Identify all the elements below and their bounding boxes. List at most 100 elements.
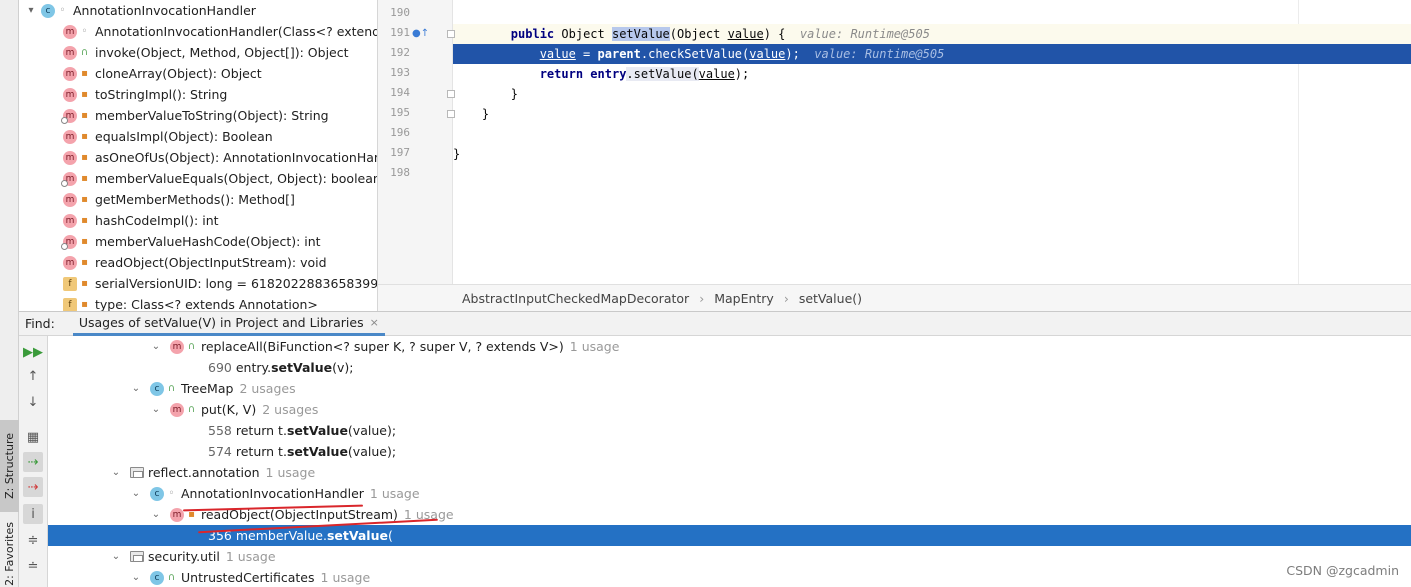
assign-target: value <box>539 47 576 61</box>
result-tree-node[interactable]: ⌄ m ∩ replaceAll(BiFunction<? super K, ? su… <box>48 336 1411 357</box>
method-icon: m <box>63 87 77 102</box>
usage-line-row[interactable]: 574 return t. setValue (value); <box>48 441 1411 462</box>
fold-marker-icon[interactable] <box>447 90 455 98</box>
structure-item-label: serialVersionUID: long = 618202288365839… <box>95 276 378 291</box>
result-tree-node[interactable]: ⌄ m ∩ put(K, V) 2 usages <box>48 399 1411 420</box>
breadcrumb-item-inner-class[interactable]: MapEntry <box>714 291 774 306</box>
field-icon: f <box>63 297 77 311</box>
chevron-down-icon[interactable]: ⌄ <box>110 551 122 562</box>
structure-item[interactable]: m ▪ equalsImpl(Object): Boolean <box>63 126 377 147</box>
line-number: 195 <box>390 106 410 119</box>
chevron-down-icon[interactable]: ⌄ <box>150 509 162 520</box>
chevron-down-icon[interactable]: ⌄ <box>130 488 142 499</box>
result-node-label: security.util <box>148 549 220 564</box>
chevron-down-icon[interactable]: ⌄ <box>110 467 122 478</box>
structure-item[interactable]: f ▪ type: Class<? extends Annotation> <box>63 294 377 311</box>
method-call: .checkSetValue( <box>640 47 750 61</box>
debug-value-hint: value: Runtime@505 <box>814 47 945 61</box>
usage-line-number: 558 <box>208 423 232 438</box>
structure-item[interactable]: m ▪ getMemberMethods(): Method[] <box>63 189 377 210</box>
code-line-194[interactable]: } <box>453 84 1411 104</box>
chevron-down-icon[interactable]: ▾ <box>25 5 37 16</box>
private-access-icon: ▪ <box>81 257 88 268</box>
group-icon[interactable]: ▦ <box>23 427 43 447</box>
result-node-label: AnnotationInvocationHandler <box>181 486 364 501</box>
find-results-tree[interactable]: ⌄ m ∩ replaceAll(BiFunction<? super K, ? su… <box>48 336 1411 587</box>
result-tree-node[interactable]: ⌄ security.util 1 usage <box>48 546 1411 567</box>
fold-marker-icon[interactable] <box>447 110 455 118</box>
expand-icon[interactable]: ≑ <box>23 530 43 550</box>
result-node-label: replaceAll(BiFunction<? super K, ? super… <box>201 339 564 354</box>
keyword-public: public <box>510 27 555 41</box>
breadcrumb-item-method[interactable]: setValue() <box>799 291 862 306</box>
structure-item[interactable]: m ◦ AnnotationInvocationHandler(Class<? ex… <box>63 21 377 42</box>
implements-marker-icon[interactable]: ●↑ <box>412 28 429 39</box>
usage-count: 1 usage <box>225 549 276 564</box>
import-usages-icon[interactable]: ⇢ <box>23 452 43 472</box>
find-label: Find: <box>25 316 55 331</box>
paren-close: ) { <box>763 27 786 41</box>
structure-item-label: equalsImpl(Object): Boolean <box>95 129 273 144</box>
paren-open: ( <box>669 27 678 41</box>
structure-tool-tab[interactable]: Z: Structure <box>0 420 19 512</box>
collapse-icon[interactable]: ≐ <box>23 556 43 576</box>
structure-item[interactable]: m ▪ cloneArray(Object): Object <box>63 63 377 84</box>
structure-item[interactable]: m ▪ readObject(ObjectInputStream): void <box>63 252 377 273</box>
structure-item[interactable]: m ▪ memberValueHashCode(Object): int <box>61 231 377 252</box>
method-icon: m <box>63 45 77 60</box>
structure-item-label: AnnotationInvocationHandler(Class<? exte… <box>95 24 377 39</box>
favorites-tab-label: 2: Favorites <box>3 521 16 586</box>
chevron-down-icon[interactable]: ⌄ <box>130 383 142 394</box>
breadcrumb-item-class[interactable]: AbstractInputCheckedMapDecorator <box>462 291 689 306</box>
find-tool-header: Find: Usages of setValue(V) in Project a… <box>19 311 1411 336</box>
chevron-down-icon[interactable]: ⌄ <box>150 404 162 415</box>
export-usages-icon[interactable]: ⇢ <box>23 477 43 497</box>
closing-brace: } <box>481 107 490 121</box>
usage-count: 1 usage <box>320 570 371 585</box>
structure-item[interactable]: m ▪ toStringImpl(): String <box>63 84 377 105</box>
fold-marker-icon[interactable] <box>447 30 455 38</box>
public-access-icon: ∩ <box>167 572 176 583</box>
private-access-icon: ▪ <box>81 236 88 247</box>
structure-item[interactable]: m ▪ memberValueEquals(Object, Object): boo… <box>61 168 377 189</box>
arrow-down-icon[interactable]: ↓ <box>23 392 43 412</box>
result-tree-node[interactable]: ⌄ c ∩ TreeMap 2 usages <box>48 378 1411 399</box>
expand-all-icon[interactable]: ▶▶ <box>23 342 43 362</box>
chevron-down-icon[interactable]: ⌄ <box>130 572 142 583</box>
structure-item[interactable]: m ▪ memberValueToString(Object): String <box>61 105 377 126</box>
find-usages-tab[interactable]: Usages of setValue(V) in Project and Lib… <box>72 311 385 336</box>
code-line-193[interactable]: return entry.setValue(value); <box>453 64 1411 84</box>
structure-root[interactable]: ▾ c ◦ AnnotationInvocationHandler <box>25 0 377 21</box>
chevron-down-icon[interactable]: ⌄ <box>150 341 162 352</box>
code-line-197[interactable]: } <box>453 144 1411 164</box>
field-entry: entry <box>590 67 627 81</box>
code-line-191[interactable]: public Object setValue(Object value) { v… <box>453 24 1411 44</box>
structure-item[interactable]: f ▪ serialVersionUID: long = 6182022883658… <box>63 273 378 294</box>
arrow-up-icon[interactable]: ↑ <box>23 366 43 386</box>
structure-item[interactable]: m ∩ invoke(Object, Method, Object[]): Obje… <box>63 42 377 63</box>
result-tree-node[interactable]: ⌄ c ◦ AnnotationInvocationHandler 1 usage <box>48 483 1411 504</box>
result-tree-node[interactable]: ⌄ reflect.annotation 1 usage <box>48 462 1411 483</box>
method-name[interactable]: setValue <box>611 27 670 41</box>
usage-line-row[interactable]: 690 entry. setValue (v); <box>48 357 1411 378</box>
favorites-tool-tab[interactable]: 2: Favorites <box>0 520 19 587</box>
package-private-icon: ◦ <box>168 488 175 499</box>
watermark: CSDN @zgcadmin <box>1286 563 1399 578</box>
closing-brace: } <box>453 147 461 161</box>
close-icon[interactable]: × <box>370 316 379 329</box>
result-tree-node[interactable]: ⌄ c ∩ UntrustedCertificates 1 usage <box>48 567 1411 587</box>
usage-code-match: setValue <box>271 360 333 375</box>
code-line-195[interactable]: } <box>453 104 1411 124</box>
find-toolbar: ▶▶ ↑ ↓ ▦ ⇢ ⇢ i ≑ ≐ <box>19 336 48 587</box>
line-number: 197 <box>390 146 410 159</box>
param-type: Object <box>677 27 721 41</box>
usage-code-match: setValue <box>286 444 348 459</box>
code-editor[interactable]: public Object setValue(Object value) { v… <box>453 0 1411 284</box>
structure-item[interactable]: m ▪ hashCodeImpl(): int <box>63 210 377 231</box>
usage-line-row[interactable]: 558 return t. setValue (value); <box>48 420 1411 441</box>
structure-item[interactable]: m ▪ asOneOfUs(Object): AnnotationInvocatio… <box>63 147 377 168</box>
line-number: 194 <box>390 86 410 99</box>
usage-count: 1 usage <box>265 465 316 480</box>
code-line-192[interactable]: value = parent.checkSetValue(value); val… <box>453 44 1411 64</box>
info-icon[interactable]: i <box>23 504 43 524</box>
